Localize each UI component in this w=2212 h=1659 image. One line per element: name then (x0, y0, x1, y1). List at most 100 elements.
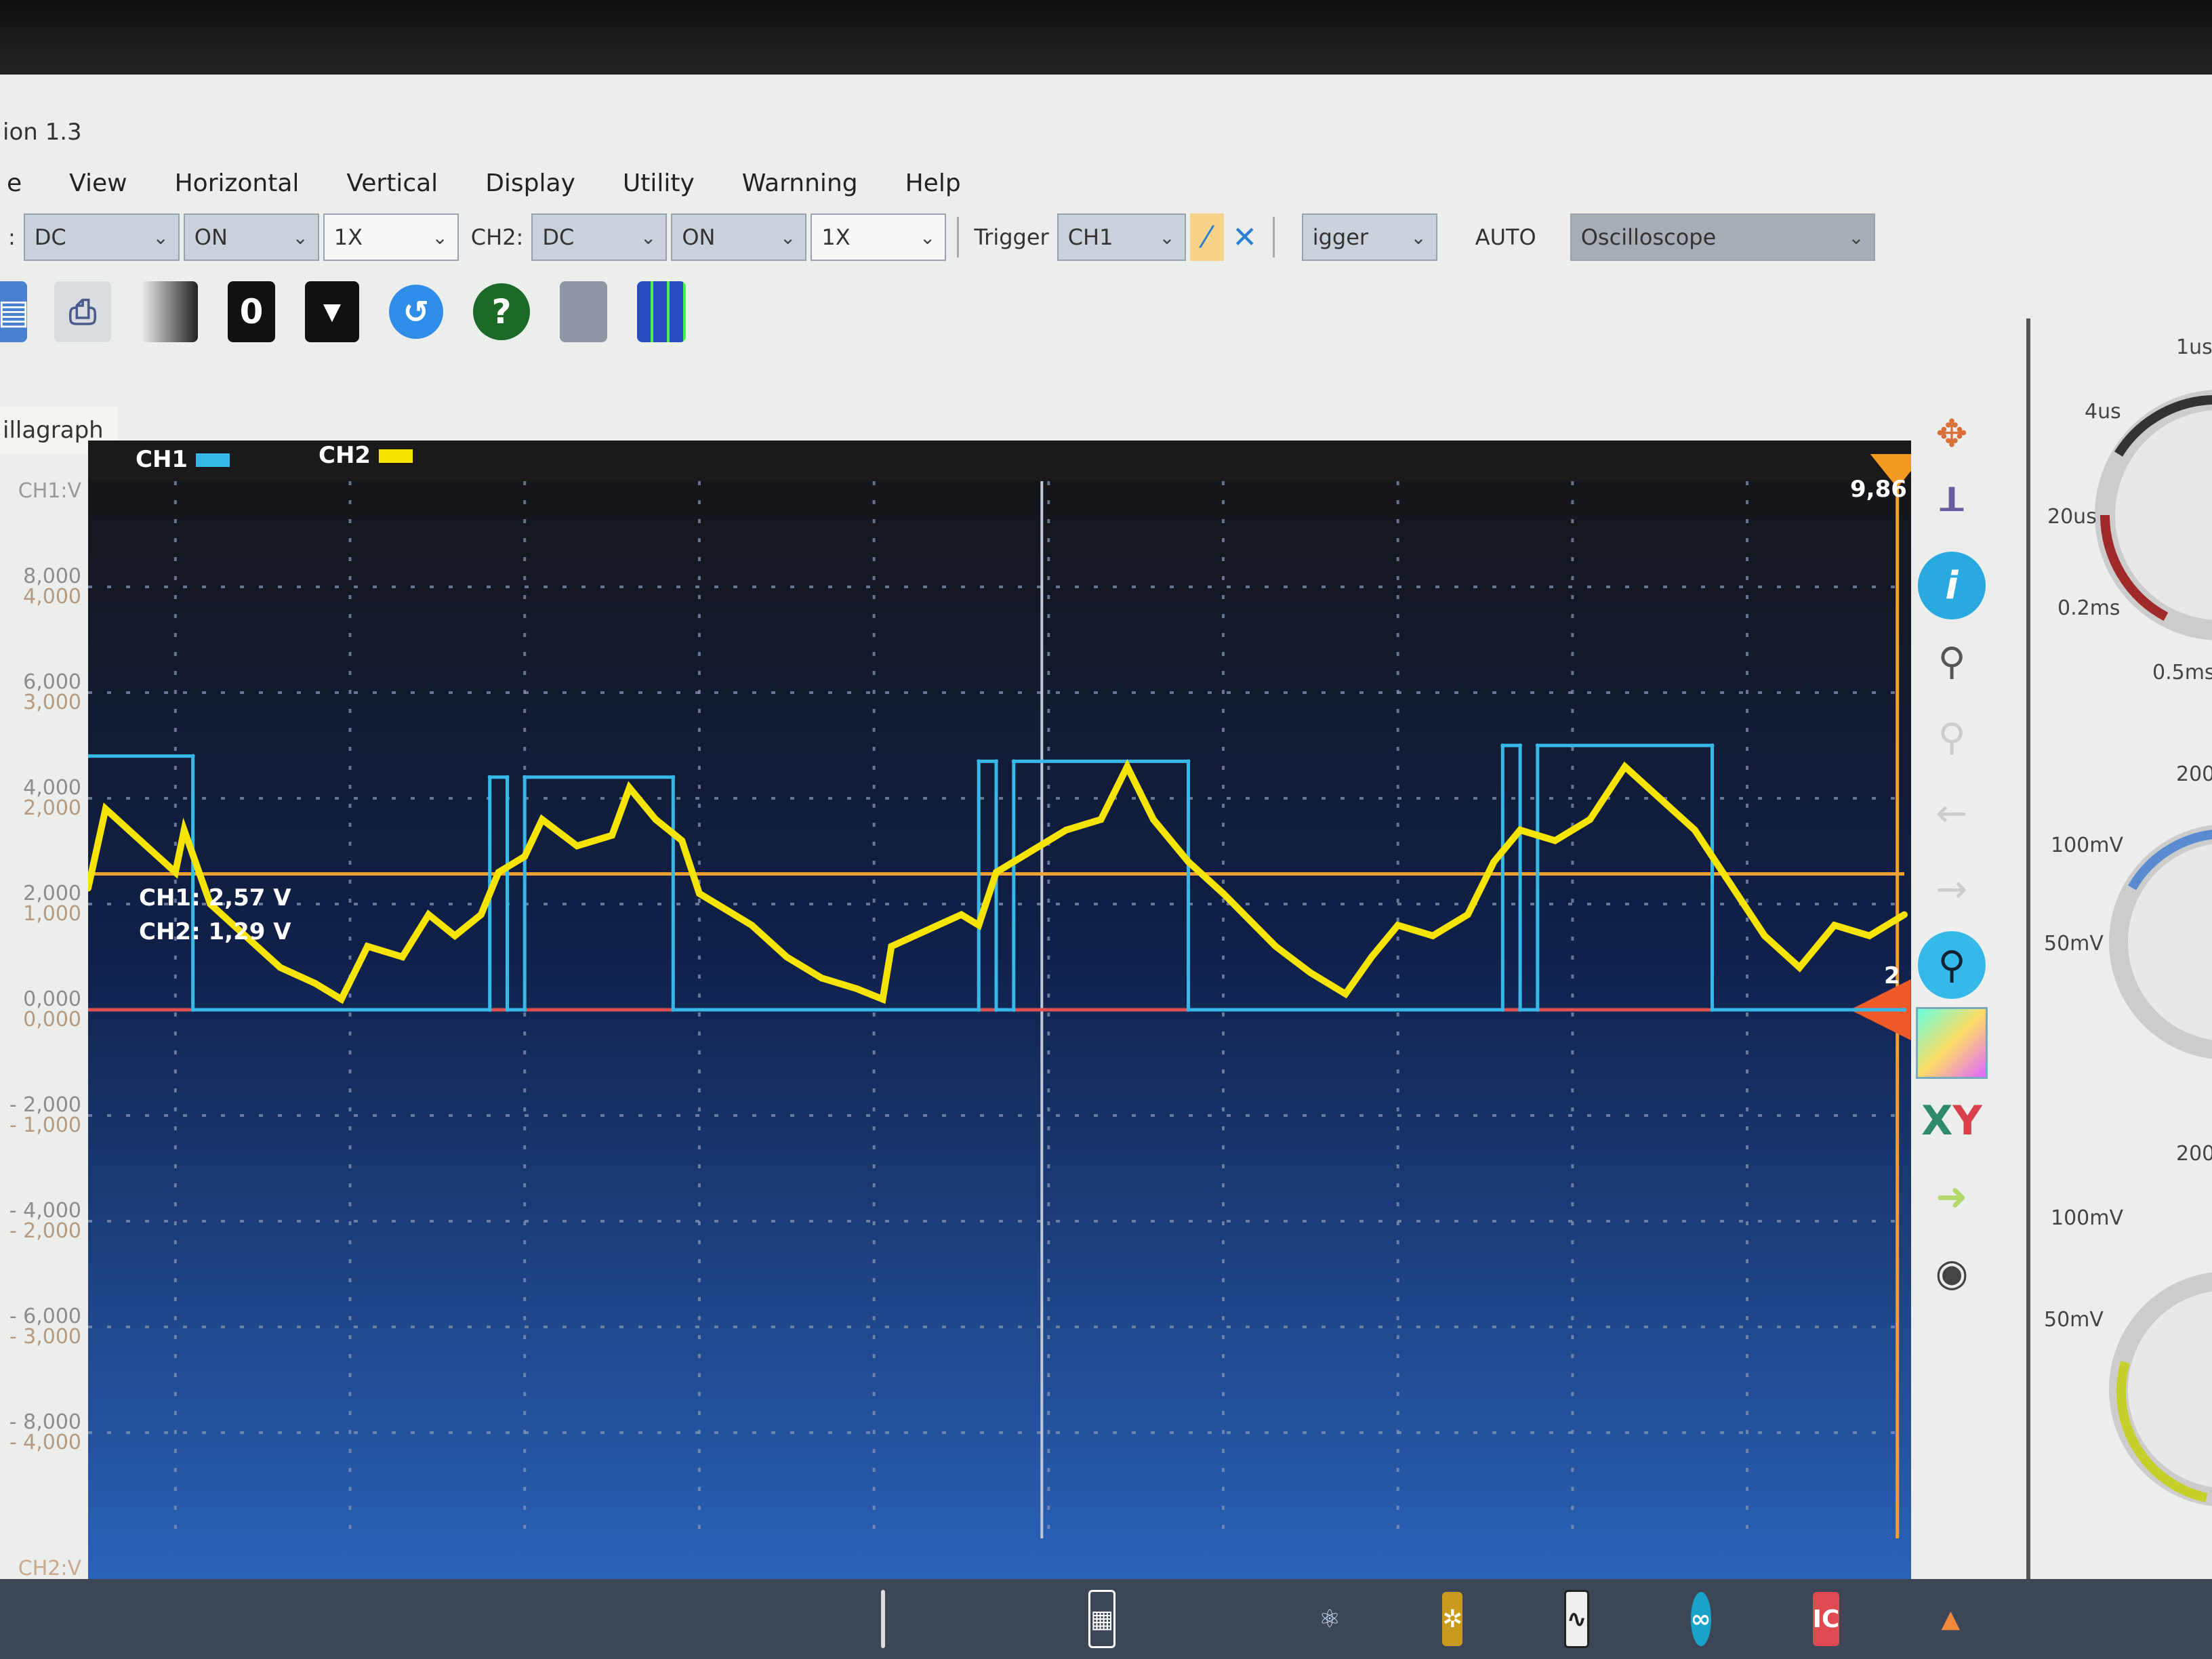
chevron-down-icon: ⌄ (1159, 226, 1175, 249)
trigger-mode-auto[interactable]: AUTO (1475, 224, 1536, 250)
trace-point-ch2 (975, 922, 983, 929)
menu-view[interactable]: View (69, 169, 127, 197)
window-title: ion 1.3 (3, 119, 82, 146)
search-icon[interactable]: ⚲ (1918, 931, 1986, 999)
trigger-mode-select[interactable]: igger ⌄ (1301, 213, 1437, 261)
gradient-icon[interactable] (141, 281, 198, 342)
ch2-state-select[interactable]: ON ⌄ (671, 213, 807, 261)
trace-point-ch1 (190, 754, 195, 758)
y-tick-ch2: 4,000 (23, 585, 81, 609)
menu-display[interactable]: Display (485, 169, 575, 197)
menu-warning[interactable]: Warnning (742, 169, 858, 197)
zero-icon[interactable]: 0 (228, 281, 275, 342)
y-tick-ch1: - 4,000 (9, 1199, 81, 1223)
record-icon[interactable]: ▼ (305, 281, 359, 342)
trace-point-ch1 (1710, 743, 1715, 747)
trace-point-ch2 (573, 842, 581, 850)
zoom-out-icon[interactable]: ⚲ (1918, 703, 1986, 771)
trace-point-ch1 (1186, 1008, 1191, 1012)
trace-point-ch2 (1517, 826, 1524, 834)
color-palette-icon[interactable] (1916, 1007, 1988, 1079)
settings-app-icon[interactable]: ✲ (1442, 1592, 1463, 1646)
timebase-knob[interactable] (2095, 390, 2212, 640)
help-label: ? (491, 292, 512, 331)
y-tick-ch2: - 4,000 (9, 1431, 81, 1454)
trace-point-ch1 (1011, 1008, 1016, 1012)
trace-point-ch2 (1342, 990, 1349, 998)
ic-app-icon[interactable]: IC (1812, 1592, 1840, 1646)
refresh-icon[interactable]: ↺ (389, 285, 443, 339)
grid-icon[interactable] (637, 281, 686, 342)
ch2-probe-select[interactable]: 1X ⌄ (811, 213, 947, 261)
ch2-offset-marker[interactable]: 2 (1884, 962, 1900, 989)
trace-point-ch2 (495, 869, 502, 876)
y-tick-ch1: 4,000 (23, 776, 81, 800)
ch1-probe-select[interactable]: 1X ⌄ (323, 213, 459, 261)
oscilloscope-display[interactable] (88, 441, 1911, 1579)
trace-point-ch2 (626, 784, 633, 792)
trace-point-ch1 (1710, 1008, 1715, 1012)
trace-point-ch2 (1656, 795, 1664, 802)
ch1-coupling-select[interactable]: DC ⌄ (23, 213, 180, 261)
y-axis-title-ch2: CH2:V (18, 1557, 81, 1580)
atom-app-icon[interactable]: ⚛ (1319, 1592, 1340, 1646)
help-icon[interactable]: ? (473, 283, 530, 340)
save-icon[interactable]: ▤ (0, 281, 30, 342)
oscilloscope-app-icon[interactable]: ∿ (1564, 1590, 1589, 1648)
print-icon[interactable]: ⎙ (54, 281, 111, 342)
y-tick-ch1: 2,000 (23, 882, 81, 905)
export-icon[interactable]: ➜ (1918, 1163, 1986, 1231)
trace-point-ch2 (1220, 890, 1227, 897)
ch2-volts-knob[interactable] (2109, 1272, 2212, 1507)
menu-horizontal[interactable]: Horizontal (175, 169, 300, 197)
menu-file[interactable]: e (7, 169, 22, 197)
y-tick-ch2: 1,000 (23, 902, 81, 926)
trigger-source-select[interactable]: CH1 ⌄ (1057, 213, 1186, 261)
zoom-in-icon[interactable]: ⚲ (1918, 628, 1986, 695)
store-icon[interactable]: ▦ (1088, 1590, 1116, 1648)
timebase-label-0-5ms: 0.5ms (2152, 661, 2212, 684)
arrow-left-icon[interactable]: ← (1918, 779, 1986, 847)
trace-point-ch1 (1500, 1008, 1505, 1012)
menu-bar: e View Horizontal Vertical Display Utili… (0, 156, 961, 210)
trace-point-ch2 (1272, 943, 1279, 950)
knob-panel: 1us 4us 20us 0.2ms 0.5ms 200 100mV 50mV … (2026, 319, 2212, 1606)
ch1-voltage-readout: CH1: 2,57 V (139, 884, 291, 912)
trace-point-ch2 (364, 943, 371, 950)
chevron-down-icon: ⌄ (640, 226, 657, 249)
ch2-volts-label-100mv: 100mV (2051, 1206, 2124, 1230)
ch1-volts-knob[interactable] (2109, 825, 2212, 1059)
camera-icon[interactable]: ◉ (1918, 1239, 1986, 1307)
panel-icon[interactable] (560, 281, 607, 342)
ch1-state-select[interactable]: ON ⌄ (183, 213, 319, 261)
menu-vertical[interactable]: Vertical (346, 169, 438, 197)
trace-point-ch2 (993, 869, 1000, 876)
cursor-time-readout: 9,86 (1850, 476, 1907, 503)
task-view-icon[interactable] (881, 1590, 885, 1648)
instrument-select[interactable]: Oscilloscope ⌄ (1570, 213, 1875, 261)
trace-point-ch1 (1535, 743, 1540, 747)
trace-point-ch1 (523, 1008, 527, 1012)
ch2-coupling-select[interactable]: DC ⌄ (531, 213, 668, 261)
falling-edge-icon[interactable]: ✕ (1228, 213, 1262, 261)
trace-point-ch2 (1830, 922, 1838, 929)
ruler-icon[interactable]: ┸ (1918, 476, 1986, 544)
ch1-coupling-value: DC (34, 224, 66, 250)
trace-point-ch2 (171, 869, 179, 876)
trace-point-ch1 (1500, 743, 1505, 747)
matlab-icon[interactable]: ▲ (1941, 1592, 1960, 1646)
trace-point-ch2 (312, 980, 319, 987)
info-icon[interactable]: i (1918, 552, 1986, 619)
menu-utility[interactable]: Utility (623, 169, 695, 197)
trace-point-ch2 (1307, 969, 1314, 977)
arrow-right-icon[interactable]: → (1918, 855, 1986, 923)
trace-point-ch2 (1551, 837, 1559, 844)
xy-icon[interactable]: XY (1918, 1087, 1986, 1155)
ch2-state-value: ON (682, 224, 716, 250)
arduino-icon[interactable]: ∞ (1690, 1592, 1711, 1646)
trace-point-ch1 (1518, 743, 1523, 747)
menu-help[interactable]: Help (905, 169, 961, 197)
move-icon[interactable]: ✥ (1918, 400, 1986, 468)
trace-point-ch2 (1394, 922, 1401, 929)
rising-edge-icon[interactable]: ⁄ (1189, 213, 1224, 261)
